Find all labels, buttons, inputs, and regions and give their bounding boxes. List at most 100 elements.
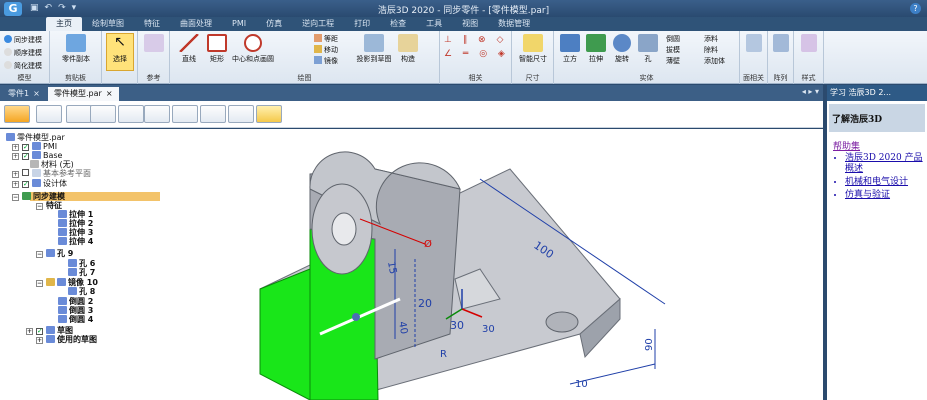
tree-item-extrude-1[interactable]: 拉伸 1 (58, 210, 93, 219)
revolve-button[interactable]: 旋转 (610, 34, 634, 64)
help-icon[interactable]: ? (910, 3, 921, 14)
simplified-modeling-radio[interactable]: 简化建模 (4, 61, 42, 71)
help-link-simulation[interactable]: 仿真与验证 (845, 190, 925, 201)
tree-item-extrude-2[interactable]: 拉伸 2 (58, 219, 93, 228)
remove-material-button[interactable]: 除料 (704, 45, 718, 55)
tree-item-round-4[interactable]: 倒圆 4 (58, 315, 93, 324)
sync-modeling-radio[interactable]: 同步建模 (4, 35, 42, 45)
cube-button[interactable]: 立方 (558, 34, 582, 64)
reference-planes-button[interactable] (142, 34, 166, 54)
checkbox[interactable]: ✓ (22, 144, 29, 151)
relation-icons-row-1[interactable]: ⊥ ∥ ⊗ ◇ (444, 35, 507, 45)
help-collection-link[interactable]: 帮助集 (833, 139, 860, 152)
expand-icon[interactable]: + (36, 337, 43, 344)
add-body-button[interactable]: 添加体 (704, 56, 725, 66)
tree-item-hole-9[interactable]: − 孔 9 (36, 249, 73, 258)
part-body-button[interactable] (4, 105, 30, 123)
expand-icon[interactable]: + (12, 181, 19, 188)
tab-home[interactable]: 主页 (46, 17, 82, 31)
move-button[interactable]: 移动 (314, 45, 338, 55)
tree-item-sync-modeling[interactable]: − 同步建模 (12, 192, 65, 201)
ordered-modeling-radio[interactable]: 顺序建模 (4, 48, 42, 58)
collapse-icon[interactable]: − (12, 194, 19, 201)
tree-item-base[interactable]: + ✓ Base (12, 151, 62, 160)
select-button[interactable]: ↖ 选择 (106, 33, 134, 71)
tab-surfacing[interactable]: 曲面处理 (170, 17, 222, 31)
blank-filter-button[interactable] (172, 105, 198, 123)
tab-features[interactable]: 特征 (134, 17, 170, 31)
tree-item-extrude-3[interactable]: 拉伸 3 (58, 228, 93, 237)
expand-icon[interactable]: + (12, 171, 19, 178)
tree-item-base-planes[interactable]: + 基本参考平面 (12, 169, 91, 178)
tab-sketch[interactable]: 绘制草图 (82, 17, 134, 31)
tab-view[interactable]: 视图 (452, 17, 488, 31)
checkbox[interactable]: ✓ (22, 153, 29, 160)
feature-filter-button[interactable] (66, 105, 92, 123)
construction-button[interactable]: 构造 (396, 34, 420, 64)
mirror-button[interactable]: 镜像 (314, 56, 338, 66)
expand-icon[interactable]: + (12, 144, 19, 151)
tree-item-design-body[interactable]: + ✓ 设计体 (12, 179, 67, 188)
tree-item-extrude-4[interactable]: 拉伸 4 (58, 237, 93, 246)
tree-item-hole-7[interactable]: 孔 7 (68, 268, 95, 277)
tab-pmi[interactable]: PMI (222, 17, 256, 31)
tab-data-management[interactable]: 数据管理 (488, 17, 540, 31)
doc-nav-arrows[interactable]: ◂ ▸ ▾ (802, 87, 819, 96)
tree-item-round-3[interactable]: 倒圆 3 (58, 306, 93, 315)
expand-icon[interactable]: + (12, 153, 19, 160)
round-button[interactable]: 倒圆 (666, 34, 680, 44)
view-filter-button[interactable] (200, 105, 226, 123)
doc-tab-part1[interactable]: 零件1 × (2, 87, 46, 101)
graphics-viewport[interactable]: 100 15 20 40 30 30 90 10 Ø R (200, 129, 823, 400)
tab-inspect[interactable]: 检查 (380, 17, 416, 31)
tree-item-features[interactable]: − 特征 (36, 201, 62, 210)
expand-icon[interactable]: + (26, 328, 33, 335)
pattern-button[interactable] (771, 34, 791, 54)
rectangle-button[interactable]: 矩形 (204, 34, 230, 64)
sketch-filter-button[interactable] (144, 105, 170, 123)
help-link-product-overview[interactable]: 浩辰3D 2020 产品概述 (845, 153, 925, 175)
help-link-mech-elec-design[interactable]: 机械和电气设计 (845, 177, 925, 188)
doc-tab-part-model[interactable]: 零件模型.par × (48, 87, 119, 101)
face-relate-button[interactable] (743, 34, 765, 54)
clear-filter-button[interactable] (256, 105, 282, 123)
collapse-icon[interactable]: − (36, 251, 43, 258)
tree-item-hole-6[interactable]: 孔 6 (68, 259, 95, 268)
tree-root[interactable]: 零件模型.par (6, 133, 65, 142)
tree-item-hole-8[interactable]: 孔 8 (68, 287, 95, 296)
tree-item-sketches[interactable]: + ✓ 草图 (26, 326, 73, 335)
smart-dimension-button[interactable]: 智能尺寸 (516, 34, 550, 64)
checkbox[interactable] (22, 169, 29, 176)
tree-item-pmi[interactable]: + ✓ PMI (12, 142, 57, 151)
close-icon[interactable]: × (33, 89, 40, 98)
project-to-sketch-button[interactable]: 投影到草图 (354, 34, 394, 64)
edge-filter-button[interactable] (118, 105, 144, 123)
draft-button[interactable]: 拔模 (666, 45, 680, 55)
style-button[interactable] (798, 34, 820, 54)
tab-print[interactable]: 打印 (344, 17, 380, 31)
circle-button[interactable]: 中心和点画圆 (230, 34, 276, 64)
checkbox[interactable]: ✓ (36, 328, 43, 335)
tree-item-round-2[interactable]: 倒圆 2 (58, 297, 93, 306)
hole-button[interactable]: 孔 (636, 34, 660, 64)
tree-item-used-sketches[interactable]: + 使用的草图 (36, 335, 97, 344)
thin-wall-button[interactable]: 薄壁 (666, 56, 680, 66)
select-filter-button[interactable] (36, 105, 62, 123)
list-filter-button[interactable] (228, 105, 254, 123)
line-button[interactable]: 直线 (176, 34, 202, 64)
tree-item-material[interactable]: 材料 (无) (30, 160, 74, 169)
relation-icons-row-2[interactable]: ∠ ═ ◎ ◈ (444, 49, 509, 59)
tab-simulation[interactable]: 仿真 (256, 17, 292, 31)
part-copy-button[interactable]: 零件副本 (54, 34, 98, 64)
part-model-view[interactable]: 100 15 20 40 30 30 90 10 Ø R (200, 129, 823, 400)
add-material-button[interactable]: 添料 (704, 34, 718, 44)
extrude-button[interactable]: 拉伸 (584, 34, 608, 64)
tab-reverse[interactable]: 逆向工程 (292, 17, 344, 31)
tree-item-mirror-10[interactable]: − 镜像 10 (36, 278, 98, 287)
collapse-icon[interactable]: − (36, 203, 43, 210)
checkbox[interactable]: ✓ (22, 181, 29, 188)
face-filter-button[interactable] (90, 105, 116, 123)
tab-tools[interactable]: 工具 (416, 17, 452, 31)
close-icon[interactable]: × (106, 89, 113, 98)
collapse-icon[interactable]: − (36, 280, 43, 287)
